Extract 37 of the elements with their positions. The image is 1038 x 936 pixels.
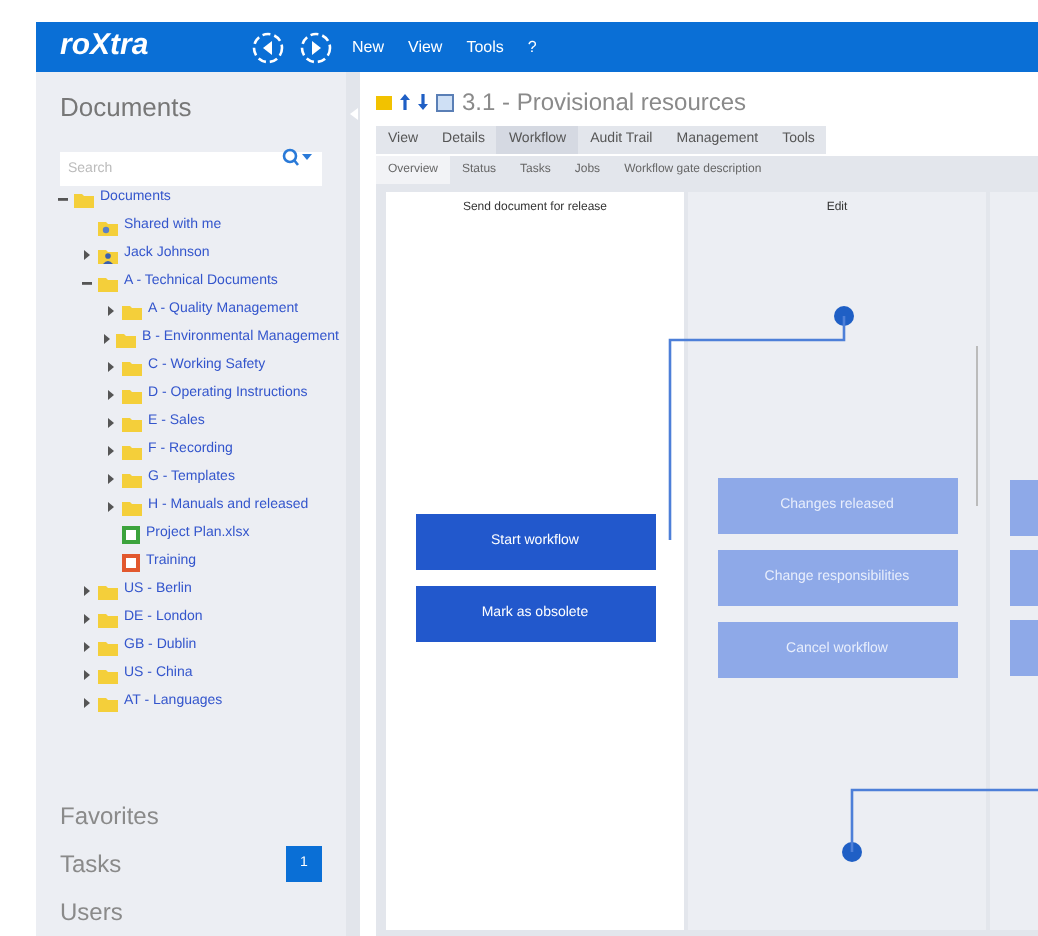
collapsed-toggle-icon[interactable]	[107, 390, 113, 400]
section-heading[interactable]: Tasks	[60, 846, 122, 882]
sidebar-title: Documents	[60, 90, 194, 126]
shared-folder-icon	[98, 219, 118, 235]
spreadsheet-icon	[122, 526, 140, 544]
user-folder-icon	[98, 247, 118, 263]
menu-item[interactable]: ?	[527, 35, 537, 59]
collapsed-toggle-icon[interactable]	[107, 418, 113, 428]
collapsed-toggle-icon[interactable]	[83, 642, 89, 652]
menu-item[interactable]: Tools	[466, 35, 504, 59]
collapsed-toggle-icon[interactable]	[107, 502, 113, 512]
arrow-down-icon[interactable]	[418, 94, 428, 110]
menu-item[interactable]: New	[352, 35, 385, 59]
collapsed-toggle-icon[interactable]	[104, 334, 110, 344]
folder-icon	[74, 191, 94, 207]
app-logo: roXtra	[60, 26, 151, 67]
document-title: 3.1 - Provisional resources	[462, 86, 747, 120]
collapsed-toggle-icon[interactable]	[83, 586, 89, 596]
forward-icon[interactable]	[300, 31, 332, 63]
section-heading[interactable]: Favorites	[60, 798, 159, 834]
back-icon[interactable]	[252, 31, 284, 63]
collapsed-toggle-icon[interactable]	[107, 362, 113, 372]
collapse-handle[interactable]	[346, 72, 360, 936]
arrow-up-icon[interactable]	[400, 94, 410, 110]
collapsed-toggle-icon[interactable]	[107, 446, 113, 456]
section-heading[interactable]: Users	[60, 894, 123, 930]
collapsed-toggle-icon[interactable]	[83, 614, 89, 624]
collapsed-toggle-icon[interactable]	[107, 306, 113, 316]
presentation-icon	[122, 554, 140, 572]
collapsed-toggle-icon[interactable]	[83, 698, 89, 708]
collapsed-toggle-icon[interactable]	[107, 474, 113, 484]
collapsed-toggle-icon[interactable]	[83, 250, 89, 260]
search-icon[interactable]	[282, 147, 314, 165]
menu-item[interactable]: View	[408, 35, 443, 59]
folder-icon	[376, 95, 392, 109]
document-icon	[436, 93, 454, 111]
collapsed-toggle-icon[interactable]	[83, 670, 89, 680]
